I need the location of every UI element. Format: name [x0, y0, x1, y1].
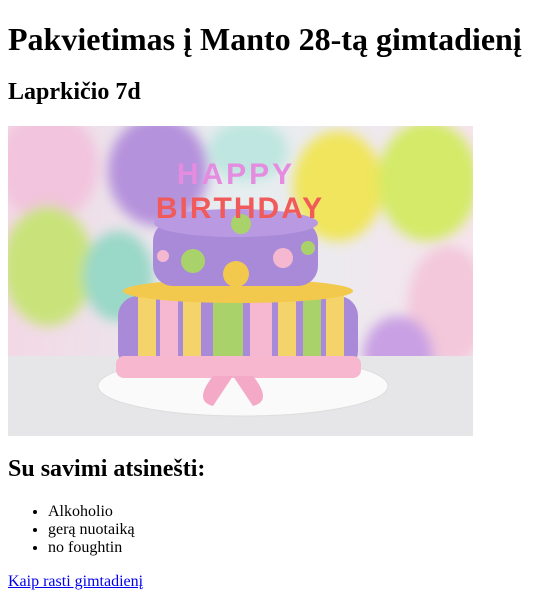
page-title: Pakvietimas į Manto 28-tą gimtadienį	[8, 21, 522, 57]
birthday-candles: BIRTHDAY	[156, 192, 324, 225]
bring-list: Alkoholio gerą nuotaiką no foughtin	[8, 503, 532, 557]
directions-link[interactable]: Kaip rasti gimtadienį	[8, 573, 143, 590]
list-item: no foughtin	[48, 539, 532, 557]
event-date: Laprkičio 7d	[8, 79, 141, 105]
list-item: gerą nuotaiką	[48, 521, 532, 539]
list-item: Alkoholio	[48, 503, 532, 521]
bring-heading: Su savimi atsinešti:	[8, 456, 206, 482]
birthday-cake-image: HAPPY BIRTHDAY	[8, 126, 473, 436]
happy-candles: HAPPY	[177, 158, 295, 191]
